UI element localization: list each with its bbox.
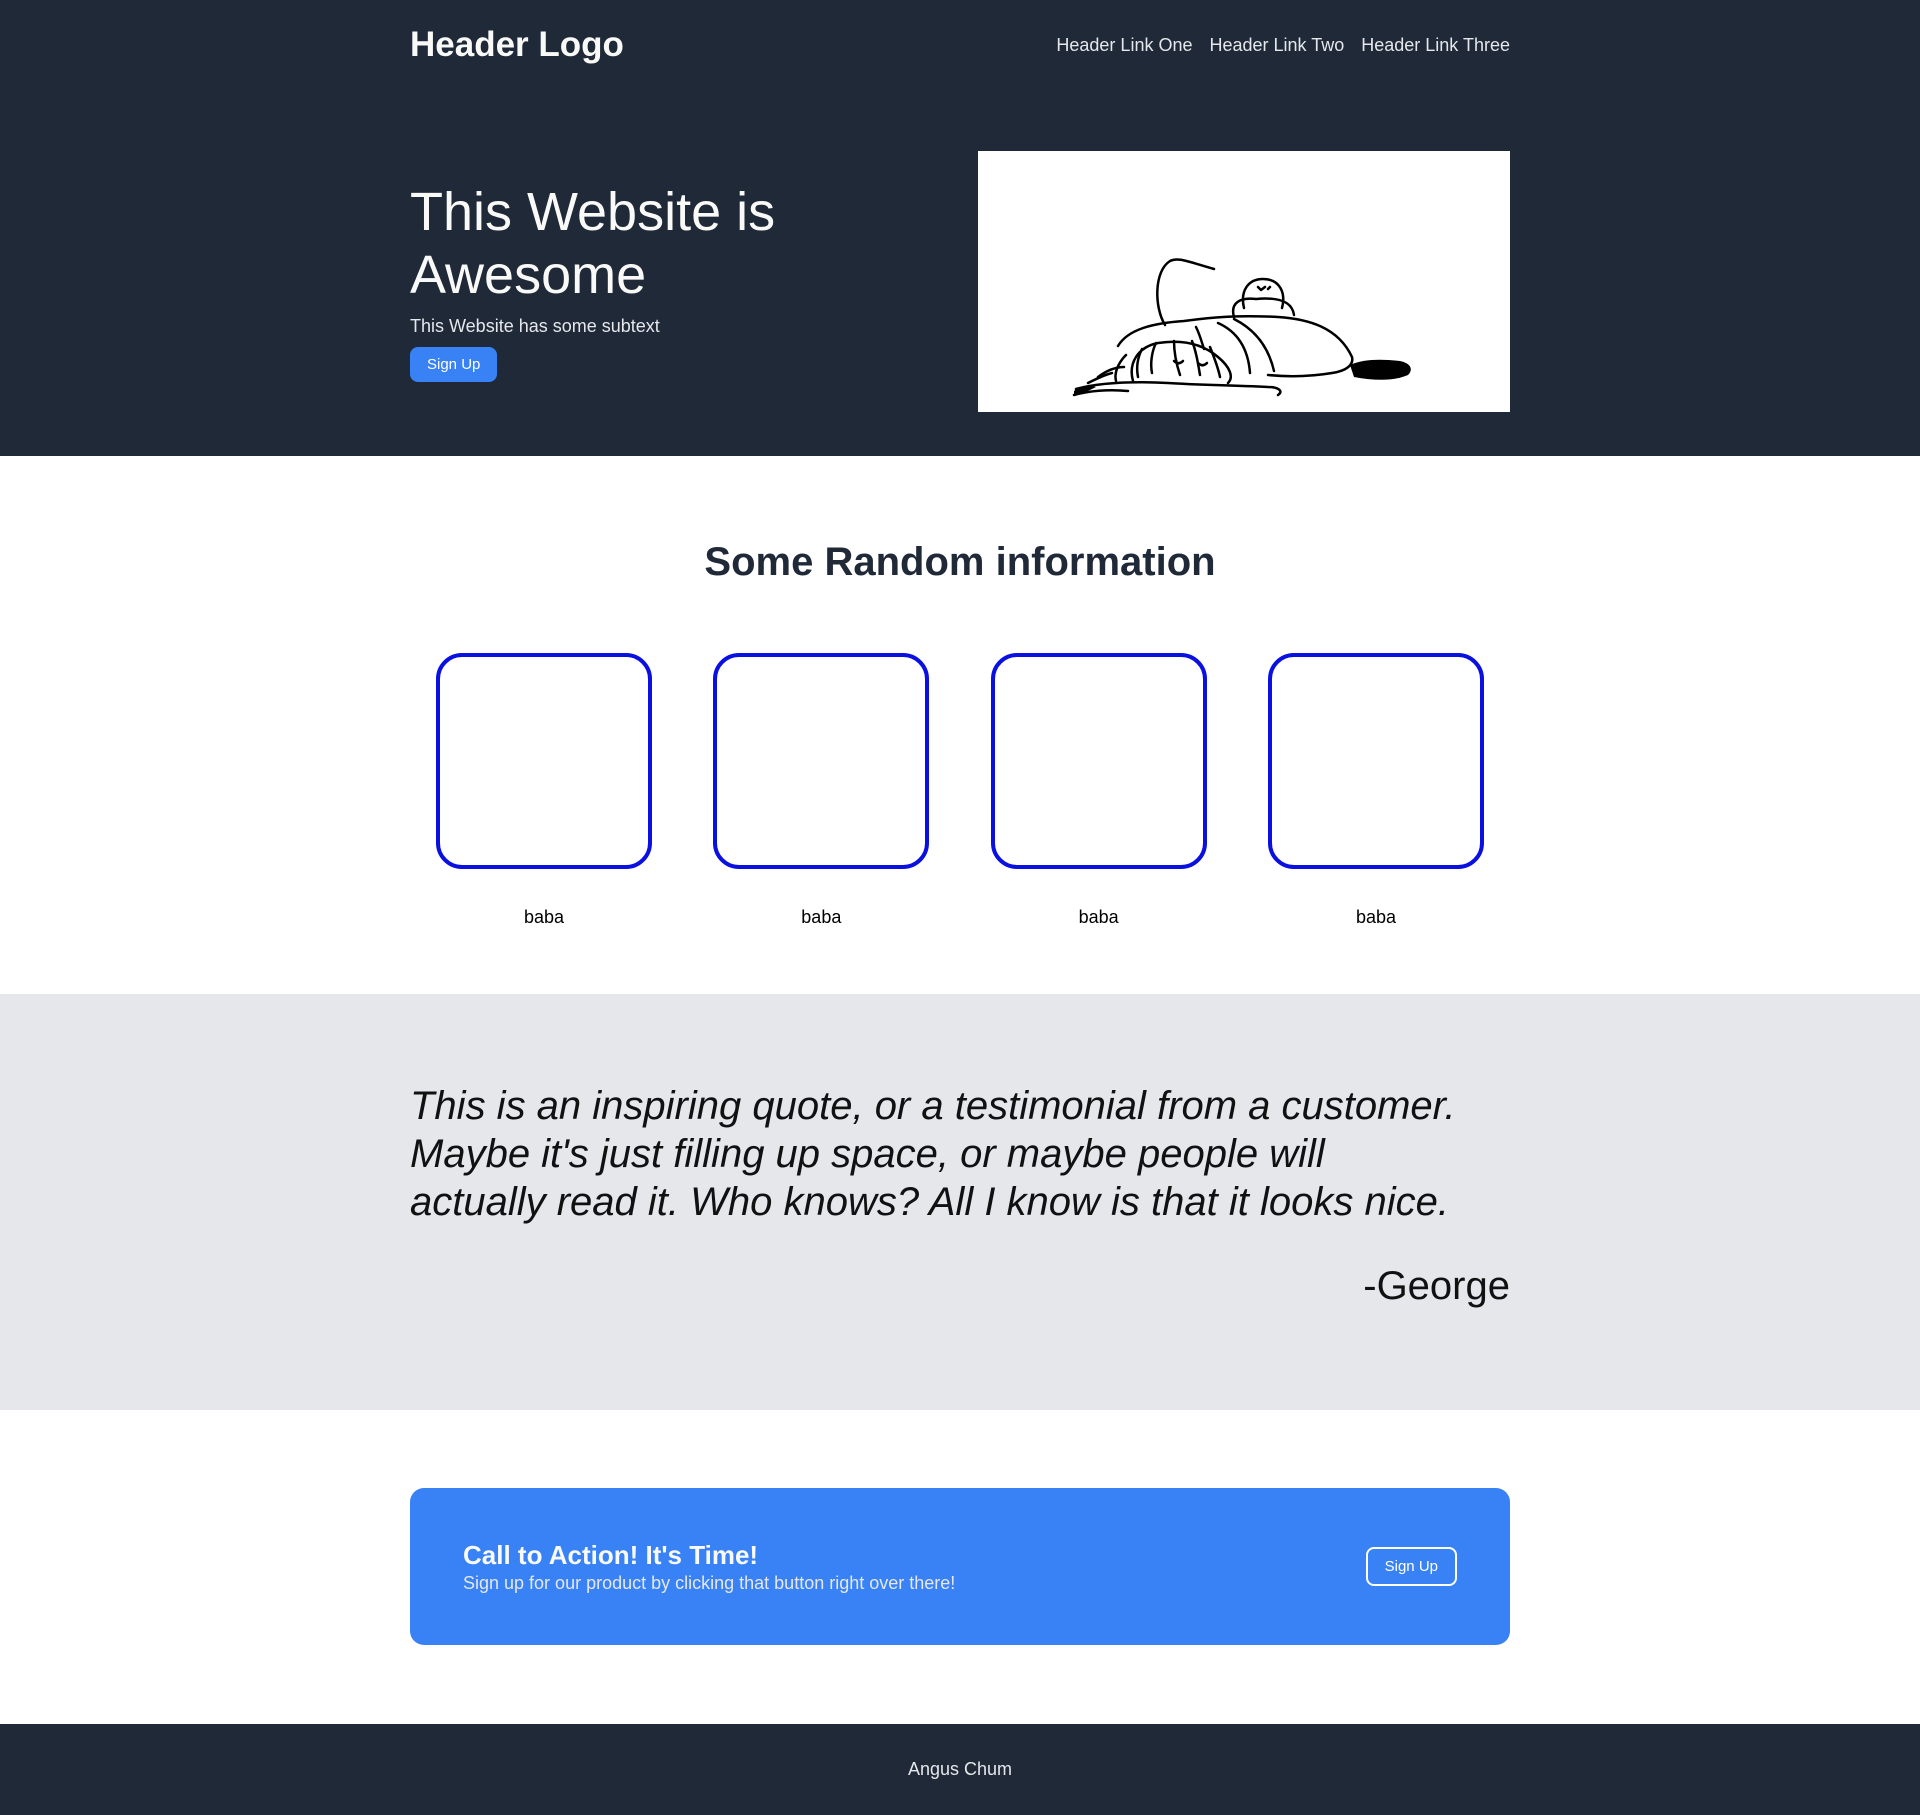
card-label: baba	[1355, 907, 1396, 927]
hero-subtext: This Website has some subtext	[410, 316, 660, 336]
footer: Angus Chum	[0, 1724, 1920, 1815]
footer-text: Angus Chum	[907, 1759, 1013, 1779]
navbar: Header Logo Header Link One Header Link …	[410, 0, 1510, 90]
quote-text: This is an inspiring quote, or a testimo…	[410, 1084, 1456, 1224]
cta-title: Call to Action! It's Time!	[463, 1539, 759, 1570]
cta-sign-up-button[interactable]: Sign Up	[1365, 1547, 1457, 1586]
nav-links: Header Link One Header Link Two Header L…	[1056, 35, 1510, 56]
card-label: baba	[801, 907, 842, 927]
card-label: baba	[1078, 907, 1119, 927]
cta-section: Call to Action! It's Time! Sign up for o…	[0, 1410, 1920, 1724]
sleeping-creature-drawing	[1072, 258, 1411, 397]
card-label: baba	[523, 907, 565, 927]
card-image-box	[436, 653, 652, 869]
hero-text: This Website is Awesome This Website has…	[410, 181, 930, 382]
hero-sign-up-button[interactable]: Sign Up	[410, 347, 498, 382]
quote-container: This is an inspiring quote, or a testimo…	[410, 1082, 1510, 1309]
nav-link-one[interactable]: Header Link One	[1056, 35, 1192, 56]
cta-container: Call to Action! It's Time! Sign up for o…	[410, 1488, 1510, 1645]
hero-title: This Website is Awesome	[410, 182, 776, 305]
card-row: baba baba baba baba	[436, 653, 1484, 928]
info-card: baba	[1267, 653, 1484, 928]
card-image-box	[990, 653, 1207, 869]
header-container: Header Logo Header Link One Header Link …	[410, 0, 1510, 412]
cta-subtext: Sign up for our product by clicking that…	[463, 1572, 956, 1593]
hero: This Website is Awesome This Website has…	[410, 151, 1510, 412]
header-logo[interactable]: Header Logo	[410, 25, 624, 65]
card-image-box	[713, 653, 930, 869]
info-card: baba	[713, 653, 930, 928]
hero-image	[978, 151, 1510, 412]
nav-link-three[interactable]: Header Link Three	[1361, 35, 1510, 56]
cta-text: Call to Action! It's Time! Sign up for o…	[463, 1540, 955, 1594]
quote-section: This is an inspiring quote, or a testimo…	[0, 994, 1920, 1410]
info-card: baba	[436, 653, 652, 928]
card-image-box	[1267, 653, 1484, 869]
info-title: Some Random information	[704, 540, 1216, 584]
info-card: baba	[990, 653, 1207, 928]
cta-box: Call to Action! It's Time! Sign up for o…	[410, 1488, 1510, 1645]
quote-author: -George	[1363, 1264, 1510, 1308]
nav-link-two[interactable]: Header Link Two	[1209, 35, 1344, 56]
hero-section: Header Logo Header Link One Header Link …	[0, 0, 1920, 456]
info-section: Some Random information baba baba baba b…	[0, 456, 1920, 994]
